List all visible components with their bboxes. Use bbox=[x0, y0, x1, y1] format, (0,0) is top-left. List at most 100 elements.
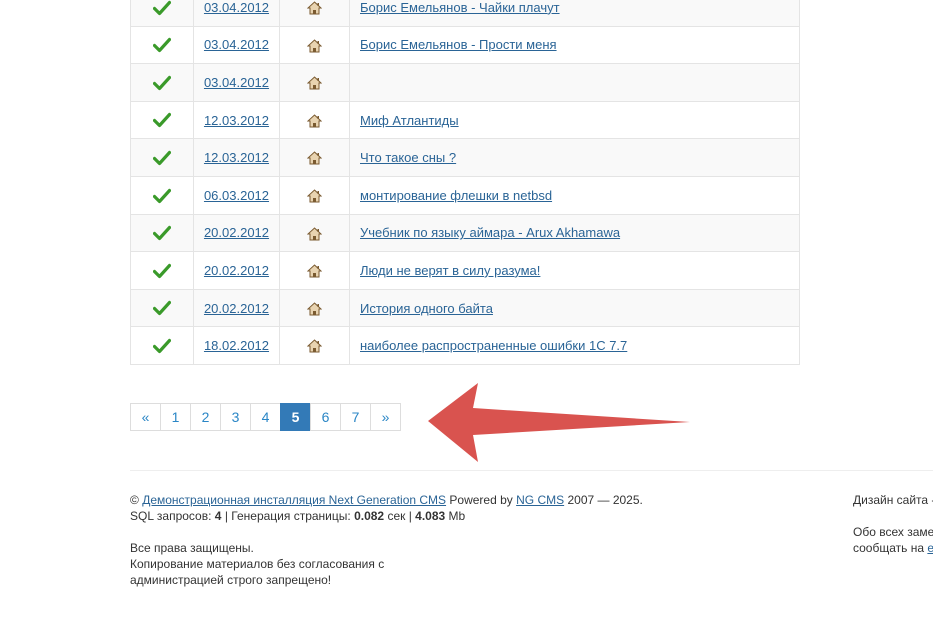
pagination-page-4[interactable]: 4 bbox=[250, 403, 281, 431]
house-icon[interactable] bbox=[307, 189, 322, 203]
title-cell: наиболее распространенные ошибки 1С 7.7 bbox=[349, 326, 800, 365]
check-icon bbox=[153, 0, 171, 15]
pagination-prev[interactable]: « bbox=[130, 403, 161, 431]
date-link[interactable]: 20.02.2012 bbox=[204, 263, 269, 278]
category-cell bbox=[279, 251, 350, 290]
news-title-link[interactable]: Люди не верят в силу разума! bbox=[360, 263, 540, 278]
date-link[interactable]: 12.03.2012 bbox=[204, 113, 269, 128]
status-cell bbox=[130, 100, 194, 140]
status-cell bbox=[130, 326, 194, 365]
date-cell: 12.03.2012 bbox=[193, 138, 280, 177]
table-row: 12.03.2012 Миф Атлантиды bbox=[130, 100, 800, 140]
date-link[interactable]: 18.02.2012 bbox=[204, 338, 269, 353]
date-link[interactable]: 12.03.2012 bbox=[204, 150, 269, 165]
house-icon[interactable] bbox=[307, 226, 322, 241]
date-cell: 03.04.2012 bbox=[193, 63, 280, 102]
table-row: 20.02.2012 Учебник по языку аймара - Aru… bbox=[130, 213, 800, 253]
check-icon bbox=[153, 113, 171, 128]
date-link[interactable]: 20.02.2012 bbox=[204, 301, 269, 316]
house-icon[interactable] bbox=[307, 38, 322, 53]
gen-unit: сек | bbox=[387, 509, 412, 523]
news-title-link[interactable]: Учебник по языку аймара - Arux Akhamawa bbox=[360, 225, 620, 240]
category-cell bbox=[279, 63, 350, 102]
pagination-page-5-active[interactable]: 5 bbox=[280, 403, 311, 431]
news-title-link[interactable]: История одного байта bbox=[360, 301, 493, 316]
status-cell bbox=[130, 63, 194, 102]
sql-count: 4 bbox=[214, 509, 222, 523]
errors-notice-line1: Обо всех заме bbox=[853, 525, 933, 539]
news-title-link[interactable]: Миф Атлантиды bbox=[360, 113, 459, 128]
title-cell: Миф Атлантиды bbox=[349, 100, 800, 140]
sql-label: SQL запросов: bbox=[130, 509, 212, 523]
table-row: 20.02.2012 История одного байта bbox=[130, 288, 800, 328]
status-cell bbox=[130, 25, 194, 65]
pagination-page-6[interactable]: 6 bbox=[310, 403, 341, 431]
title-cell: Люди не верят в силу разума! bbox=[349, 251, 800, 290]
category-cell bbox=[279, 25, 350, 65]
pagination-page-3[interactable]: 3 bbox=[220, 403, 251, 431]
footer-divider bbox=[130, 470, 933, 471]
news-title-link[interactable]: Борис Емельянов - Чайки плачут bbox=[360, 0, 560, 15]
date-link[interactable]: 03.04.2012 bbox=[204, 0, 269, 15]
date-cell: 12.03.2012 bbox=[193, 100, 280, 140]
errors-email-link[interactable]: e bbox=[927, 541, 933, 555]
check-icon bbox=[153, 75, 171, 90]
date-link[interactable]: 03.04.2012 bbox=[204, 75, 269, 90]
check-icon bbox=[153, 226, 171, 241]
mem-unit: Mb bbox=[448, 509, 466, 523]
title-cell: монтирование флешки в netbsd bbox=[349, 175, 800, 215]
table-row: 03.04.2012 Борис Емельянов - Прости меня bbox=[130, 25, 800, 65]
copyright-symbol: © bbox=[130, 493, 139, 507]
site-link[interactable]: Демонстрационная инсталляция Next Genera… bbox=[142, 493, 446, 507]
arrow-left-icon bbox=[428, 383, 690, 462]
house-icon[interactable] bbox=[307, 302, 322, 316]
status-cell bbox=[130, 138, 194, 177]
house-icon[interactable] bbox=[307, 151, 322, 165]
news-title-link[interactable]: Борис Емельянов - Прости меня bbox=[360, 37, 557, 52]
pagination-page-2[interactable]: 2 bbox=[190, 403, 221, 431]
copy-notice-line1: Копирование материалов без согласования … bbox=[130, 557, 385, 571]
date-cell: 20.02.2012 bbox=[193, 288, 280, 328]
status-cell bbox=[130, 0, 194, 27]
footer-stats-line: SQL запросов: 4 | Генерация страницы: 0.… bbox=[130, 508, 643, 524]
pagination-page-1[interactable]: 1 bbox=[160, 403, 191, 431]
errors-notice-text: сообщать на bbox=[853, 541, 925, 555]
title-cell bbox=[349, 63, 800, 102]
footer-right: Дизайн сайта - Обо всех заме сообщать на… bbox=[853, 492, 933, 556]
date-cell: 20.02.2012 bbox=[193, 251, 280, 290]
title-cell: Учебник по языку аймара - Arux Akhamawa bbox=[349, 213, 800, 253]
house-icon[interactable] bbox=[307, 76, 322, 90]
date-cell: 18.02.2012 bbox=[193, 326, 280, 365]
powered-by-label: Powered by bbox=[449, 493, 513, 507]
gen-label: | Генерация страницы: bbox=[224, 509, 351, 523]
mem-value: 4.083 bbox=[415, 509, 446, 523]
table-row: 12.03.2012 Что такое сны ? bbox=[130, 138, 800, 177]
check-icon bbox=[153, 150, 171, 166]
cms-link[interactable]: NG CMS bbox=[516, 493, 564, 507]
news-title-link[interactable]: Что такое сны ? bbox=[360, 150, 456, 165]
status-cell bbox=[130, 288, 194, 328]
pagination: « 1 2 3 4 5 6 7 » bbox=[130, 403, 401, 431]
title-cell: Что такое сны ? bbox=[349, 138, 800, 177]
news-title-link[interactable]: наиболее распространенные ошибки 1С 7.7 bbox=[360, 338, 627, 353]
house-icon[interactable] bbox=[307, 339, 322, 353]
pagination-page-7[interactable]: 7 bbox=[340, 403, 371, 431]
title-cell: Борис Емельянов - Чайки плачут bbox=[349, 0, 800, 27]
date-link[interactable]: 03.04.2012 bbox=[204, 37, 269, 52]
news-title-link[interactable]: монтирование флешки в netbsd bbox=[360, 188, 552, 203]
table-row: 03.04.2012 Борис Емельянов - Чайки плачу… bbox=[130, 0, 800, 27]
category-cell bbox=[279, 326, 350, 365]
house-icon[interactable] bbox=[307, 114, 322, 128]
status-cell bbox=[130, 213, 194, 253]
date-link[interactable]: 06.03.2012 bbox=[204, 188, 269, 203]
title-cell: Борис Емельянов - Прости меня bbox=[349, 25, 800, 65]
date-cell: 06.03.2012 bbox=[193, 175, 280, 215]
news-table: 03.04.2012 Борис Емельянов - Чайки плачу… bbox=[130, 0, 800, 365]
errors-notice-line2: сообщать на e bbox=[853, 540, 933, 556]
pagination-next[interactable]: » bbox=[370, 403, 401, 431]
house-icon[interactable] bbox=[307, 264, 322, 278]
house-icon[interactable] bbox=[307, 1, 322, 15]
status-cell bbox=[130, 175, 194, 215]
category-cell bbox=[279, 175, 350, 215]
date-link[interactable]: 20.02.2012 bbox=[204, 225, 269, 240]
